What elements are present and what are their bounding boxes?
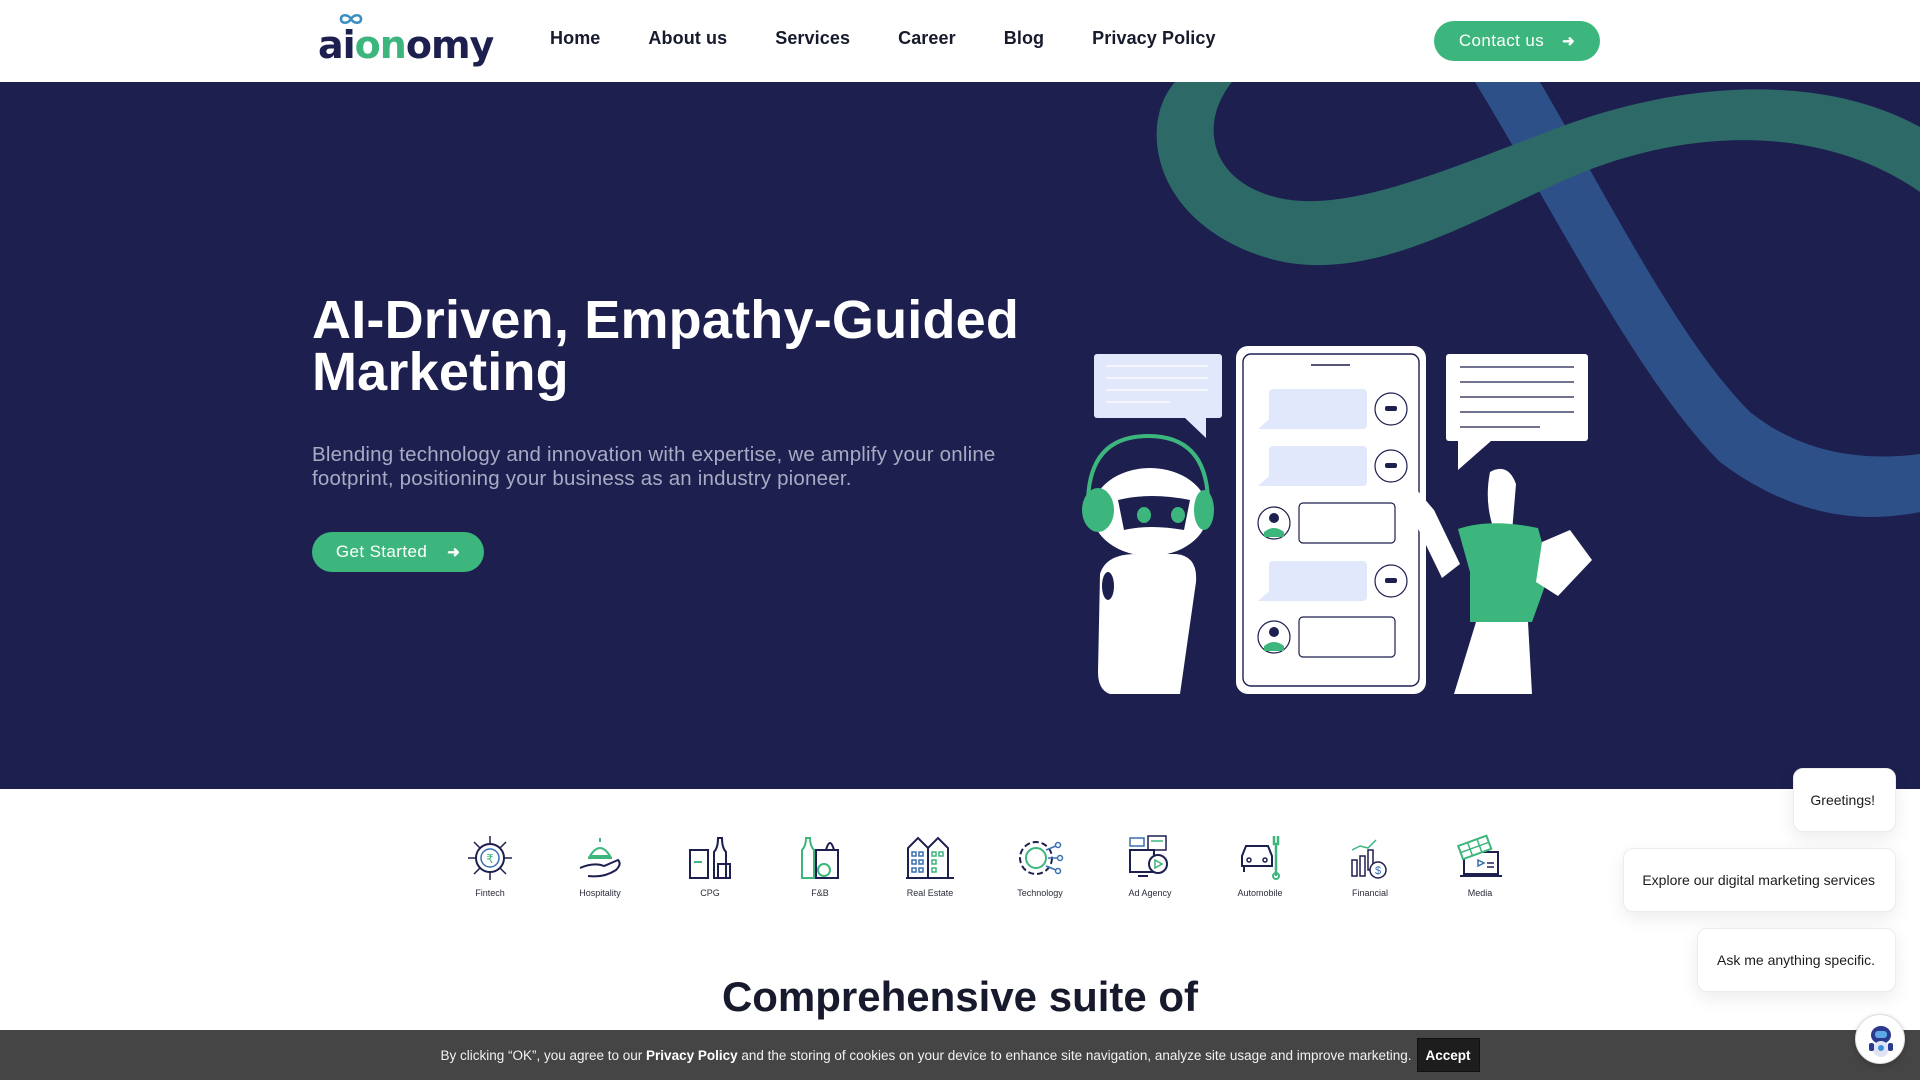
infinity-logo-icon xyxy=(339,13,363,25)
cookie-banner: By clicking “OK”, you agree to our Priva… xyxy=(0,1030,1920,1080)
gear-globe-icon xyxy=(1019,841,1064,875)
chat-suggestion-ask-anything[interactable]: Ask me anything specific. xyxy=(1697,928,1896,992)
chatbot-conversation-illustration xyxy=(1082,346,1592,694)
hero-subtitle: Blending technology and innovation with … xyxy=(312,443,996,490)
industry-financial[interactable]: $ Financial xyxy=(1315,832,1425,898)
industry-cpg[interactable]: CPG xyxy=(655,832,765,898)
logo[interactable]: aionomy xyxy=(318,13,494,67)
services-section-title: Comprehensive suite of xyxy=(721,973,1199,1020)
ad-media-icon xyxy=(1129,835,1168,877)
hero-title: AI-Driven, Empathy-Guided Marketing xyxy=(312,290,1020,402)
chat-suggestion-greetings[interactable]: Greetings! xyxy=(1793,768,1896,832)
person-figure xyxy=(1410,468,1592,694)
nav-privacy-policy[interactable]: Privacy Policy xyxy=(1092,28,1215,49)
robot-figure xyxy=(1082,433,1214,694)
svg-text:$: $ xyxy=(1375,865,1381,877)
car-wrench-icon xyxy=(1241,836,1280,880)
industry-real-estate[interactable]: Real Estate xyxy=(875,832,985,898)
arrow-right-icon: ➜ xyxy=(447,544,461,561)
phone xyxy=(1236,346,1426,694)
nav-blog[interactable]: Blog xyxy=(1004,28,1044,49)
chat-suggestion-explore-services[interactable]: Explore our digital marketing services xyxy=(1623,848,1896,912)
svg-text:₹: ₹ xyxy=(486,852,494,866)
left-speech-bubble xyxy=(1094,354,1222,438)
service-bell-icon xyxy=(579,838,621,878)
rupee-chip-icon: ₹ xyxy=(468,836,512,880)
industry-fintech[interactable]: ₹ Fintech xyxy=(435,832,545,898)
cookie-text: By clicking “OK”, you agree to our Priva… xyxy=(440,1047,1412,1063)
grocery-bag-icon xyxy=(801,837,839,879)
industry-technology[interactable]: Technology xyxy=(985,832,1095,898)
industry-ad-agency[interactable]: Ad Agency xyxy=(1095,832,1205,898)
media-laptop-icon xyxy=(1456,834,1502,877)
nav-services[interactable]: Services xyxy=(775,28,850,49)
industry-automobile[interactable]: Automobile xyxy=(1205,832,1315,898)
hero-section: AI-Driven, Empathy-Guided Marketing Blen… xyxy=(0,82,1920,789)
finance-chart-icon: $ xyxy=(1351,839,1387,879)
nav-career[interactable]: Career xyxy=(898,28,956,49)
chatbot-launcher-button[interactable] xyxy=(1855,1014,1905,1064)
industry-media[interactable]: Media xyxy=(1425,832,1535,898)
logo-text: aionomy xyxy=(318,23,494,67)
get-started-label: Get Started xyxy=(335,542,428,561)
cookie-privacy-policy-link[interactable]: Privacy Policy xyxy=(646,1048,738,1063)
main-nav: Home About us Services Career Blog Priva… xyxy=(550,28,1264,49)
right-speech-bubble xyxy=(1446,354,1588,470)
robot-avatar-icon xyxy=(1869,1026,1893,1057)
packaged-goods-icon xyxy=(689,837,731,879)
site-header: aionomy Home About us Services Career Bl… xyxy=(0,0,1920,82)
infinity-swirl-background xyxy=(1156,82,1920,517)
accept-cookies-button[interactable]: Accept xyxy=(1416,1038,1480,1072)
contact-us-button[interactable]: Contact us ➜ xyxy=(1434,21,1600,61)
industries-row: ₹ Fintech Hospitality CPG F&B Real Estat… xyxy=(435,832,1535,898)
arrow-right-icon: ➜ xyxy=(1562,33,1576,50)
industry-fnb[interactable]: F&B xyxy=(765,832,875,898)
nav-about-us[interactable]: About us xyxy=(648,28,727,49)
nav-home[interactable]: Home xyxy=(550,28,600,49)
contact-us-label: Contact us xyxy=(1458,31,1545,50)
industry-hospitality[interactable]: Hospitality xyxy=(545,832,655,898)
get-started-button[interactable]: Get Started ➜ xyxy=(312,532,484,572)
buildings-icon xyxy=(906,836,954,879)
